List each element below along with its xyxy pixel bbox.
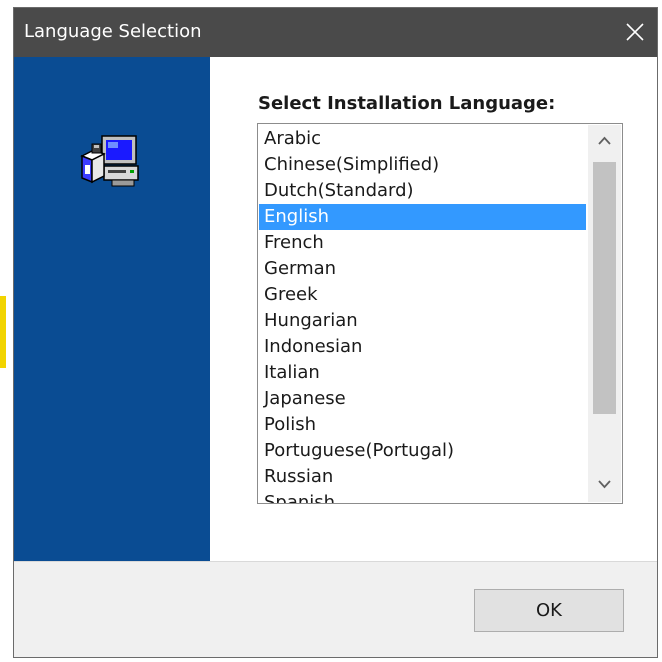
list-item-arabic[interactable]: Arabic: [259, 126, 586, 152]
window-title: Language Selection: [24, 21, 202, 42]
background-accent: [0, 296, 6, 368]
chevron-up-icon: [598, 136, 611, 145]
list-item-hungarian[interactable]: Hungarian: [259, 308, 586, 334]
list-item-italian[interactable]: Italian: [259, 360, 586, 386]
list-item-polish[interactable]: Polish: [259, 412, 586, 438]
language-selection-dialog: Language Selection Select Installation L…: [13, 7, 658, 658]
list-item-english[interactable]: English: [259, 204, 586, 230]
title-bar[interactable]: Language Selection: [14, 8, 657, 57]
language-prompt: Select Installation Language:: [258, 93, 556, 114]
setup-computer-icon: [80, 135, 139, 187]
chevron-down-icon: [598, 480, 611, 489]
vertical-scrollbar[interactable]: [588, 125, 621, 502]
scroll-thumb[interactable]: [593, 162, 616, 414]
language-list-items: Arabic Chinese(Simplified) Dutch(Standar…: [259, 126, 586, 503]
language-listbox[interactable]: Arabic Chinese(Simplified) Dutch(Standar…: [257, 123, 623, 504]
scroll-up-button[interactable]: [588, 125, 621, 159]
list-item-chinese-simplified[interactable]: Chinese(Simplified): [259, 152, 586, 178]
ok-button[interactable]: OK: [474, 589, 624, 632]
list-item-japanese[interactable]: Japanese: [259, 386, 586, 412]
close-button[interactable]: [613, 8, 657, 57]
list-item-indonesian[interactable]: Indonesian: [259, 334, 586, 360]
list-item-french[interactable]: French: [259, 230, 586, 256]
content-area: Select Installation Language: Arabic Chi…: [210, 57, 657, 561]
list-item-russian[interactable]: Russian: [259, 464, 586, 490]
list-item-german[interactable]: German: [259, 256, 586, 282]
list-item-portuguese-portugal[interactable]: Portuguese(Portugal): [259, 438, 586, 464]
close-icon: [626, 23, 644, 41]
list-item-greek[interactable]: Greek: [259, 282, 586, 308]
scroll-down-button[interactable]: [588, 468, 621, 502]
list-item-spanish[interactable]: Spanish: [259, 490, 586, 503]
side-banner: [14, 57, 210, 561]
list-item-dutch-standard[interactable]: Dutch(Standard): [259, 178, 586, 204]
button-bar: OK: [14, 561, 657, 657]
